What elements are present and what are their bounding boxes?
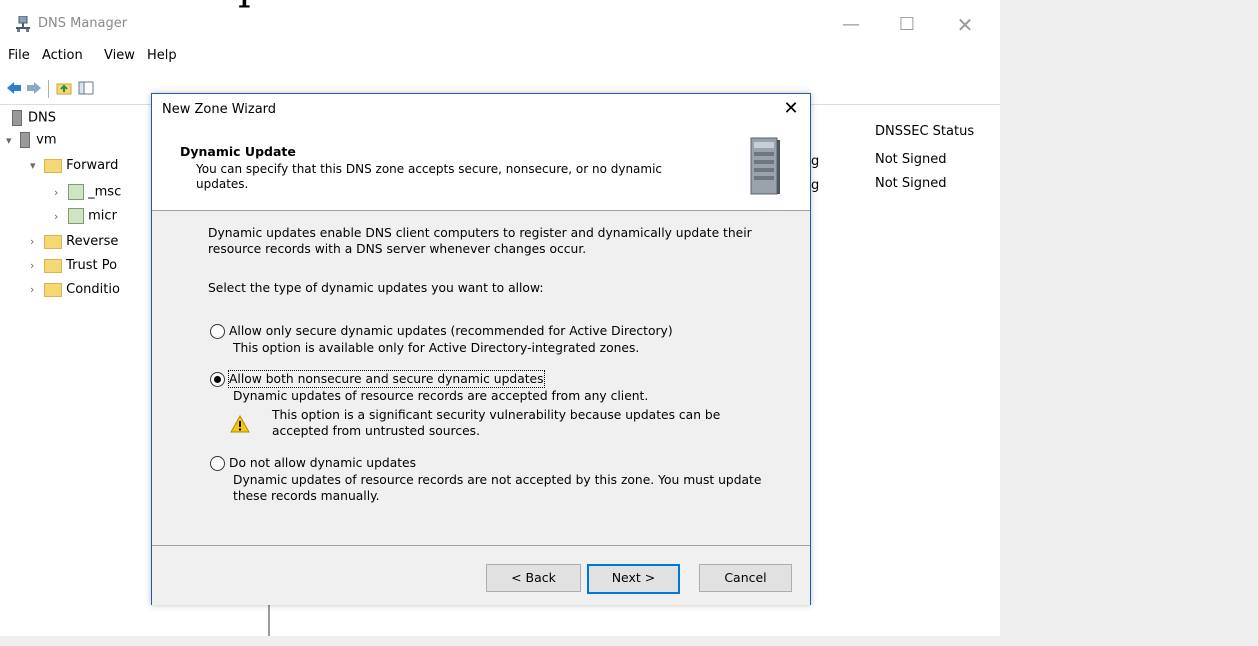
forward-arrow-icon[interactable]: [26, 80, 42, 96]
next-button[interactable]: Next >: [587, 564, 680, 594]
tree-item-forward-lookup-zones[interactable]: ▾ Forward: [30, 158, 118, 173]
dns-manager-icon: [16, 16, 30, 32]
toolbar-separator: [48, 80, 49, 98]
tree-item-trust-points[interactable]: › Trust Po: [30, 258, 117, 273]
show-hide-tree-icon[interactable]: [78, 80, 94, 96]
intro-text-line: Dynamic updates enable DNS client comput…: [208, 226, 752, 240]
tree-item-reverse-lookup-zones[interactable]: › Reverse: [30, 234, 118, 249]
dialog-close-icon[interactable]: ✕: [776, 96, 806, 122]
bottom-background: [0, 636, 1000, 646]
partial-cell: g: [811, 154, 820, 169]
folder-icon: [44, 258, 63, 273]
dnssec-status-cell: Not Signed: [875, 176, 947, 191]
minimize-icon[interactable]: —: [828, 10, 874, 40]
server-icon: [20, 132, 31, 148]
chevron-right-icon[interactable]: ›: [30, 283, 40, 296]
option-desc-no-dynamic-updates: Dynamic updates of resource records are …: [233, 473, 762, 487]
wizard-header: Dynamic Update You can specify that this…: [152, 124, 810, 211]
back-arrow-icon[interactable]: [6, 80, 22, 96]
wizard-page-title: Dynamic Update: [180, 144, 296, 159]
dialog-title: New Zone Wizard: [162, 102, 277, 117]
option-desc-no-dynamic-updates: these records manually.: [233, 489, 380, 503]
warning-icon: [230, 415, 250, 433]
chevron-right-icon[interactable]: ›: [54, 186, 64, 199]
maximize-icon[interactable]: ☐: [884, 10, 930, 40]
folder-icon: [44, 158, 63, 173]
server-illustration-icon: [750, 137, 780, 195]
menu-help[interactable]: Help: [147, 48, 177, 63]
wizard-footer: < Back Next > Cancel: [152, 545, 810, 605]
radio-nonsecure-and-secure[interactable]: [210, 372, 225, 387]
folder-icon: [44, 234, 63, 249]
option-label-nonsecure-and-secure[interactable]: Allow both nonsecure and secure dynamic …: [228, 370, 545, 388]
wizard-page-subtitle: You can specify that this DNS zone accep…: [196, 162, 663, 191]
zone-icon: [68, 208, 85, 224]
title-bar[interactable]: DNS Manager — ☐ ✕: [0, 0, 1000, 44]
tree-item-conditional-forwarders[interactable]: › Conditio: [30, 282, 120, 297]
radio-selected-dot: [214, 376, 221, 383]
folder-icon: [44, 282, 63, 297]
chevron-right-icon[interactable]: ›: [30, 259, 40, 272]
warning-text-line: This option is a significant security vu…: [272, 408, 721, 422]
radio-no-dynamic-updates[interactable]: [210, 456, 225, 471]
new-zone-wizard-dialog: New Zone Wizard ✕ Dynamic Update You can…: [151, 93, 811, 605]
warning-text-line: accepted from untrusted sources.: [272, 424, 480, 438]
cancel-button[interactable]: Cancel: [699, 564, 792, 592]
back-button[interactable]: < Back: [486, 564, 581, 592]
outer-background: [1000, 0, 1258, 646]
tree-item-dns[interactable]: DNS: [12, 110, 56, 126]
partial-cell: g: [811, 178, 820, 193]
up-folder-icon[interactable]: [56, 80, 72, 96]
radio-secure-only[interactable]: [210, 324, 225, 339]
option-label-no-dynamic-updates[interactable]: Do not allow dynamic updates: [229, 455, 416, 471]
selection-prompt: Select the type of dynamic updates you w…: [208, 281, 544, 295]
option-label-secure-only[interactable]: Allow only secure dynamic updates (recom…: [229, 323, 673, 339]
tree-item-server[interactable]: ▾ vm: [6, 132, 57, 148]
chevron-down-icon[interactable]: ▾: [30, 159, 40, 172]
dns-icon: [12, 110, 22, 126]
chevron-right-icon[interactable]: ›: [30, 235, 40, 248]
cropped-heading-text: p: [238, 0, 264, 6]
menu-action[interactable]: Action: [42, 48, 83, 63]
option-desc-nonsecure-and-secure: Dynamic updates of resource records are …: [233, 389, 649, 403]
column-header-dnssec-status[interactable]: DNSSEC Status: [875, 124, 974, 139]
tree-item-zone[interactable]: › _msc: [54, 184, 121, 200]
window-title: DNS Manager: [38, 16, 128, 31]
menu-file[interactable]: File: [8, 48, 30, 63]
tree-item-zone[interactable]: › micr: [54, 208, 117, 224]
zone-icon: [68, 184, 85, 200]
menu-view[interactable]: View: [104, 48, 135, 63]
chevron-right-icon[interactable]: ›: [54, 210, 64, 223]
close-icon[interactable]: ✕: [942, 10, 988, 40]
intro-text-line: resource records with a DNS server whene…: [208, 242, 587, 256]
option-desc-secure-only: This option is available only for Active…: [233, 341, 640, 355]
chevron-down-icon[interactable]: ▾: [6, 134, 16, 147]
wizard-body: Dynamic updates enable DNS client comput…: [152, 211, 810, 545]
dnssec-status-cell: Not Signed: [875, 152, 947, 167]
